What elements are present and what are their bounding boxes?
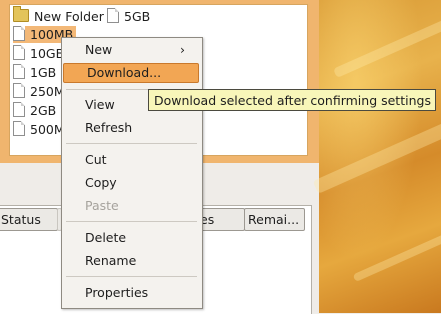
tooltip: Download selected after confirming setti… (148, 89, 436, 111)
column-header-remaining[interactable]: Remai... (244, 208, 305, 231)
list-item-10gb[interactable]: 10GB (13, 45, 64, 62)
menu-item-cut[interactable]: Cut (62, 150, 202, 170)
menu-item-label: Rename (85, 253, 137, 268)
menu-item-label: Download... (87, 65, 162, 80)
file-name: 250M (30, 84, 65, 99)
menu-separator (66, 221, 197, 222)
list-item-new-folder[interactable]: New Folder (13, 6, 104, 25)
menu-item-label: Copy (85, 175, 117, 190)
list-item-250m[interactable]: 250M (13, 83, 65, 100)
menu-item-rename[interactable]: Rename (62, 251, 202, 271)
menu-item-label: Paste (85, 198, 119, 213)
file-name: 5GB (124, 9, 151, 24)
menu-item-label: New (85, 42, 113, 57)
list-item-2gb[interactable]: 2GB (13, 102, 56, 119)
menu-separator (66, 276, 197, 277)
file-name: New Folder (34, 9, 104, 24)
column-label: Status (1, 212, 41, 227)
document-icon (13, 102, 25, 117)
document-icon (13, 26, 25, 41)
menu-item-properties[interactable]: Properties (62, 283, 202, 303)
menu-item-label: Properties (85, 285, 149, 300)
document-icon (13, 121, 25, 136)
menu-item-new[interactable]: New › (62, 40, 202, 60)
file-name: 2GB (30, 103, 57, 118)
menu-item-label: Refresh (85, 120, 133, 135)
menu-item-copy[interactable]: Copy (62, 173, 202, 193)
column-header-status[interactable]: Status (0, 208, 58, 231)
document-icon (107, 8, 119, 23)
document-icon (13, 64, 25, 79)
menu-item-paste: Paste (62, 196, 202, 216)
file-name: 1GB (30, 65, 57, 80)
menu-item-refresh[interactable]: Refresh (62, 118, 202, 138)
context-menu: New › Download... View Refresh Cut Copy … (61, 37, 203, 309)
submenu-arrow-icon: › (180, 42, 185, 57)
list-item-5gb[interactable]: 5GB (107, 8, 150, 25)
desktop-wallpaper (312, 0, 441, 313)
menu-item-label: View (85, 97, 115, 112)
menu-item-delete[interactable]: Delete (62, 228, 202, 248)
file-name: 500M (30, 122, 65, 137)
menu-item-label: Cut (85, 152, 107, 167)
list-item-1gb[interactable]: 1GB (13, 64, 56, 81)
column-label: Remai... (248, 212, 300, 227)
file-name: 10GB (30, 46, 65, 61)
list-item-500m[interactable]: 500M (13, 121, 65, 138)
folder-icon (13, 6, 29, 22)
menu-item-download[interactable]: Download... (63, 63, 199, 83)
document-icon (13, 83, 25, 98)
document-icon (13, 45, 25, 60)
menu-item-label: Delete (85, 230, 127, 245)
menu-separator (66, 143, 197, 144)
